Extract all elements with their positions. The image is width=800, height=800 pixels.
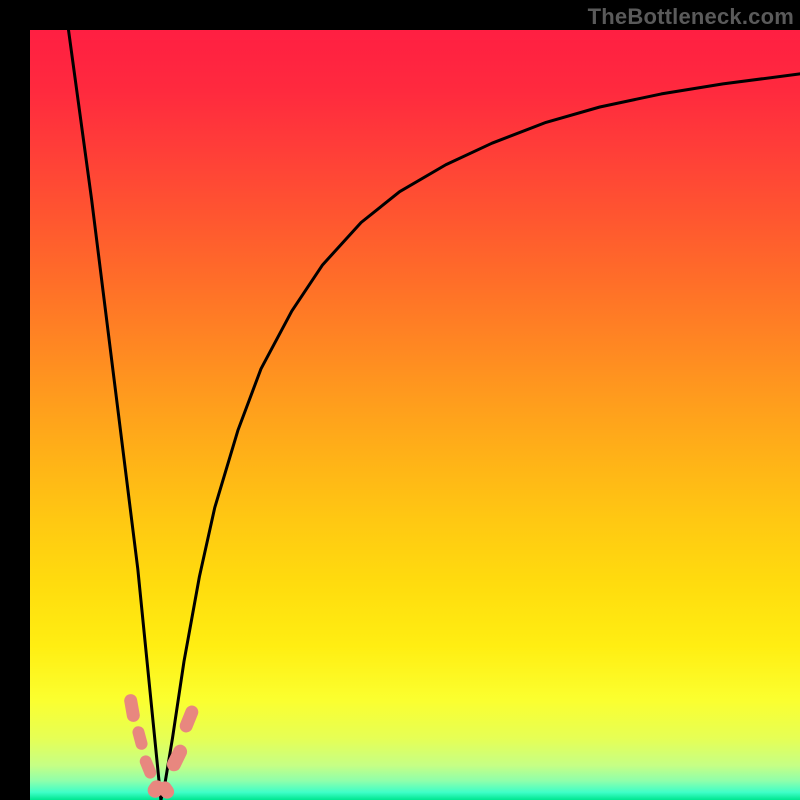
plot-area bbox=[30, 30, 800, 800]
plot-canvas bbox=[30, 30, 800, 800]
bottleneck-curve bbox=[30, 30, 800, 800]
watermark-label: TheBottleneck.com bbox=[588, 4, 794, 30]
chart-frame: TheBottleneck.com bbox=[0, 0, 800, 800]
